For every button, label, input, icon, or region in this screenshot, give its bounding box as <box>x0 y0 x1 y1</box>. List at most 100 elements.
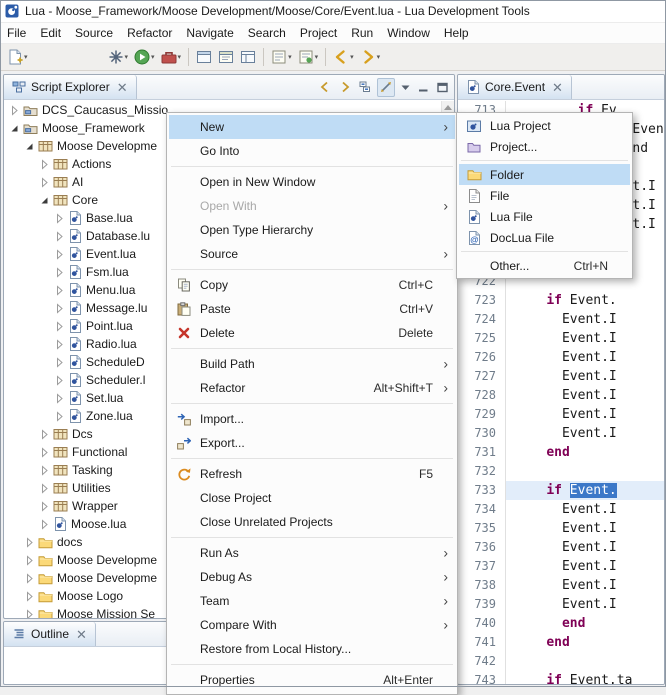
menubar-item-run[interactable]: Run <box>344 23 380 43</box>
menubar-item-edit[interactable]: Edit <box>33 23 68 43</box>
menu-item-source[interactable]: Source› <box>169 242 455 266</box>
tab-script-explorer[interactable]: Script Explorer ✕ <box>4 75 137 99</box>
pin-editor-button[interactable]: ▾ <box>295 46 322 68</box>
menubar-item-source[interactable]: Source <box>68 23 120 43</box>
menu-item-open-type-hierarchy[interactable]: Open Type Hierarchy <box>169 218 455 242</box>
expand-arrow-icon[interactable] <box>7 103 22 118</box>
expand-arrow-icon[interactable] <box>52 355 67 370</box>
menu-item-run-as[interactable]: Run As› <box>169 541 455 565</box>
code-line[interactable]: 736 Event.I <box>458 538 664 557</box>
s-back-button[interactable] <box>317 78 333 97</box>
expand-arrow-icon[interactable] <box>37 481 52 496</box>
expand-arrow-icon[interactable] <box>37 445 52 460</box>
menu-item-debug-as[interactable]: Debug As› <box>169 565 455 589</box>
expand-arrow-icon[interactable] <box>37 427 52 442</box>
expand-arrow-icon[interactable] <box>37 499 52 514</box>
code-line[interactable]: 729 Event.I <box>458 405 664 424</box>
code-line[interactable]: 740 end <box>458 614 664 633</box>
menu-item-refresh[interactable]: RefreshF5 <box>169 462 455 486</box>
menubar-item-file[interactable]: File <box>0 23 33 43</box>
code-line[interactable]: 734 Event.I <box>458 500 664 519</box>
code-line[interactable]: 741 end <box>458 633 664 652</box>
menu-item-refactor[interactable]: RefactorAlt+Shift+T› <box>169 376 455 400</box>
menubar-item-help[interactable]: Help <box>437 23 476 43</box>
menubar-item-navigate[interactable]: Navigate <box>179 23 240 43</box>
tab-core-event[interactable]: Core.Event ✕ <box>458 75 572 99</box>
menu-item-close-unrelated-projects[interactable]: Close Unrelated Projects <box>169 510 455 534</box>
expand-arrow-icon[interactable] <box>52 337 67 352</box>
collapse-arrow-icon[interactable] <box>37 193 52 208</box>
expand-arrow-icon[interactable] <box>22 535 37 550</box>
expand-arrow-icon[interactable] <box>52 409 67 424</box>
task-view-button[interactable] <box>237 46 259 68</box>
expand-arrow-icon[interactable] <box>52 391 67 406</box>
menu-item-import[interactable]: Import... <box>169 407 455 431</box>
expand-arrow-icon[interactable] <box>52 229 67 244</box>
minimize-button[interactable] <box>416 78 431 97</box>
menubar-item-search[interactable]: Search <box>241 23 293 43</box>
menu-item-lua-file[interactable]: Lua File <box>459 206 630 227</box>
code-line[interactable]: 723 if Event. <box>458 291 664 310</box>
menu-item-lua-project[interactable]: Lua Project <box>459 115 630 136</box>
expand-arrow-icon[interactable] <box>52 265 67 280</box>
menu-item-delete[interactable]: DeleteDelete <box>169 321 455 345</box>
annotation-button[interactable]: ▾ <box>268 46 295 68</box>
menu-item-folder[interactable]: Folder <box>459 164 630 185</box>
expand-arrow-icon[interactable] <box>52 301 67 316</box>
code-line[interactable]: 724 Event.I <box>458 310 664 329</box>
code-line[interactable]: 738 Event.I <box>458 576 664 595</box>
code-line[interactable]: 727 Event.I <box>458 367 664 386</box>
expand-arrow-icon[interactable] <box>52 373 67 388</box>
editor-view-button[interactable] <box>215 46 237 68</box>
menu-item-close-project[interactable]: Close Project <box>169 486 455 510</box>
view-menu-button[interactable] <box>399 78 412 97</box>
link-editor-button[interactable] <box>377 78 395 97</box>
code-line[interactable]: 735 Event.I <box>458 519 664 538</box>
menu-item-open-in-new-window[interactable]: Open in New Window <box>169 170 455 194</box>
tab-outline[interactable]: Outline ✕ <box>4 622 96 646</box>
menu-item-properties[interactable]: PropertiesAlt+Enter <box>169 668 455 692</box>
expand-arrow-icon[interactable] <box>22 553 37 568</box>
debug-button[interactable]: ▾ <box>105 46 132 68</box>
menu-item-export[interactable]: Export... <box>169 431 455 455</box>
menu-item-restore-from-local-history[interactable]: Restore from Local History... <box>169 637 455 661</box>
menu-item-file[interactable]: File <box>459 185 630 206</box>
menubar-item-project[interactable]: Project <box>293 23 344 43</box>
expand-arrow-icon[interactable] <box>37 175 52 190</box>
maximize-button[interactable] <box>435 78 450 97</box>
code-line[interactable]: 726 Event.I <box>458 348 664 367</box>
menu-item-project[interactable]: Project... <box>459 136 630 157</box>
code-line[interactable]: 731 end <box>458 443 664 462</box>
expand-arrow-icon[interactable] <box>22 571 37 586</box>
code-line[interactable]: 743 if Event.ta <box>458 671 664 684</box>
close-icon[interactable]: ✕ <box>117 81 128 94</box>
collapse-arrow-icon[interactable] <box>22 139 37 154</box>
menu-item-build-path[interactable]: Build Path› <box>169 352 455 376</box>
code-line[interactable]: 733 if Event. <box>458 481 664 500</box>
menu-item-copy[interactable]: CopyCtrl+C <box>169 273 455 297</box>
expand-arrow-icon[interactable] <box>52 247 67 262</box>
expand-arrow-icon[interactable] <box>37 517 52 532</box>
code-line[interactable]: 742 <box>458 652 664 671</box>
collapse-arrow-icon[interactable] <box>7 121 22 136</box>
menu-item-go-into[interactable]: Go Into <box>169 139 455 163</box>
forward-button[interactable]: ▾ <box>357 46 384 68</box>
menu-item-other[interactable]: Other...Ctrl+N <box>459 255 630 276</box>
menu-item-open-with[interactable]: Open With› <box>169 194 455 218</box>
expand-arrow-icon[interactable] <box>22 589 37 604</box>
code-line[interactable]: 730 Event.I <box>458 424 664 443</box>
menubar-item-refactor[interactable]: Refactor <box>120 23 179 43</box>
code-line[interactable]: 732 <box>458 462 664 481</box>
external-tools-button[interactable]: ▾ <box>158 46 185 68</box>
close-icon[interactable]: ✕ <box>76 628 87 641</box>
close-icon[interactable]: ✕ <box>552 81 563 94</box>
menubar-item-window[interactable]: Window <box>380 23 437 43</box>
s-forward-button[interactable] <box>337 78 353 97</box>
back-button[interactable]: ▾ <box>330 46 357 68</box>
menu-item-new[interactable]: New› <box>169 115 455 139</box>
console-view-button[interactable] <box>193 46 215 68</box>
run-button[interactable]: ▾ <box>131 46 158 68</box>
new-wizard-button[interactable]: ▾ <box>4 46 31 68</box>
code-line[interactable]: 737 Event.I <box>458 557 664 576</box>
expand-arrow-icon[interactable] <box>22 607 37 619</box>
